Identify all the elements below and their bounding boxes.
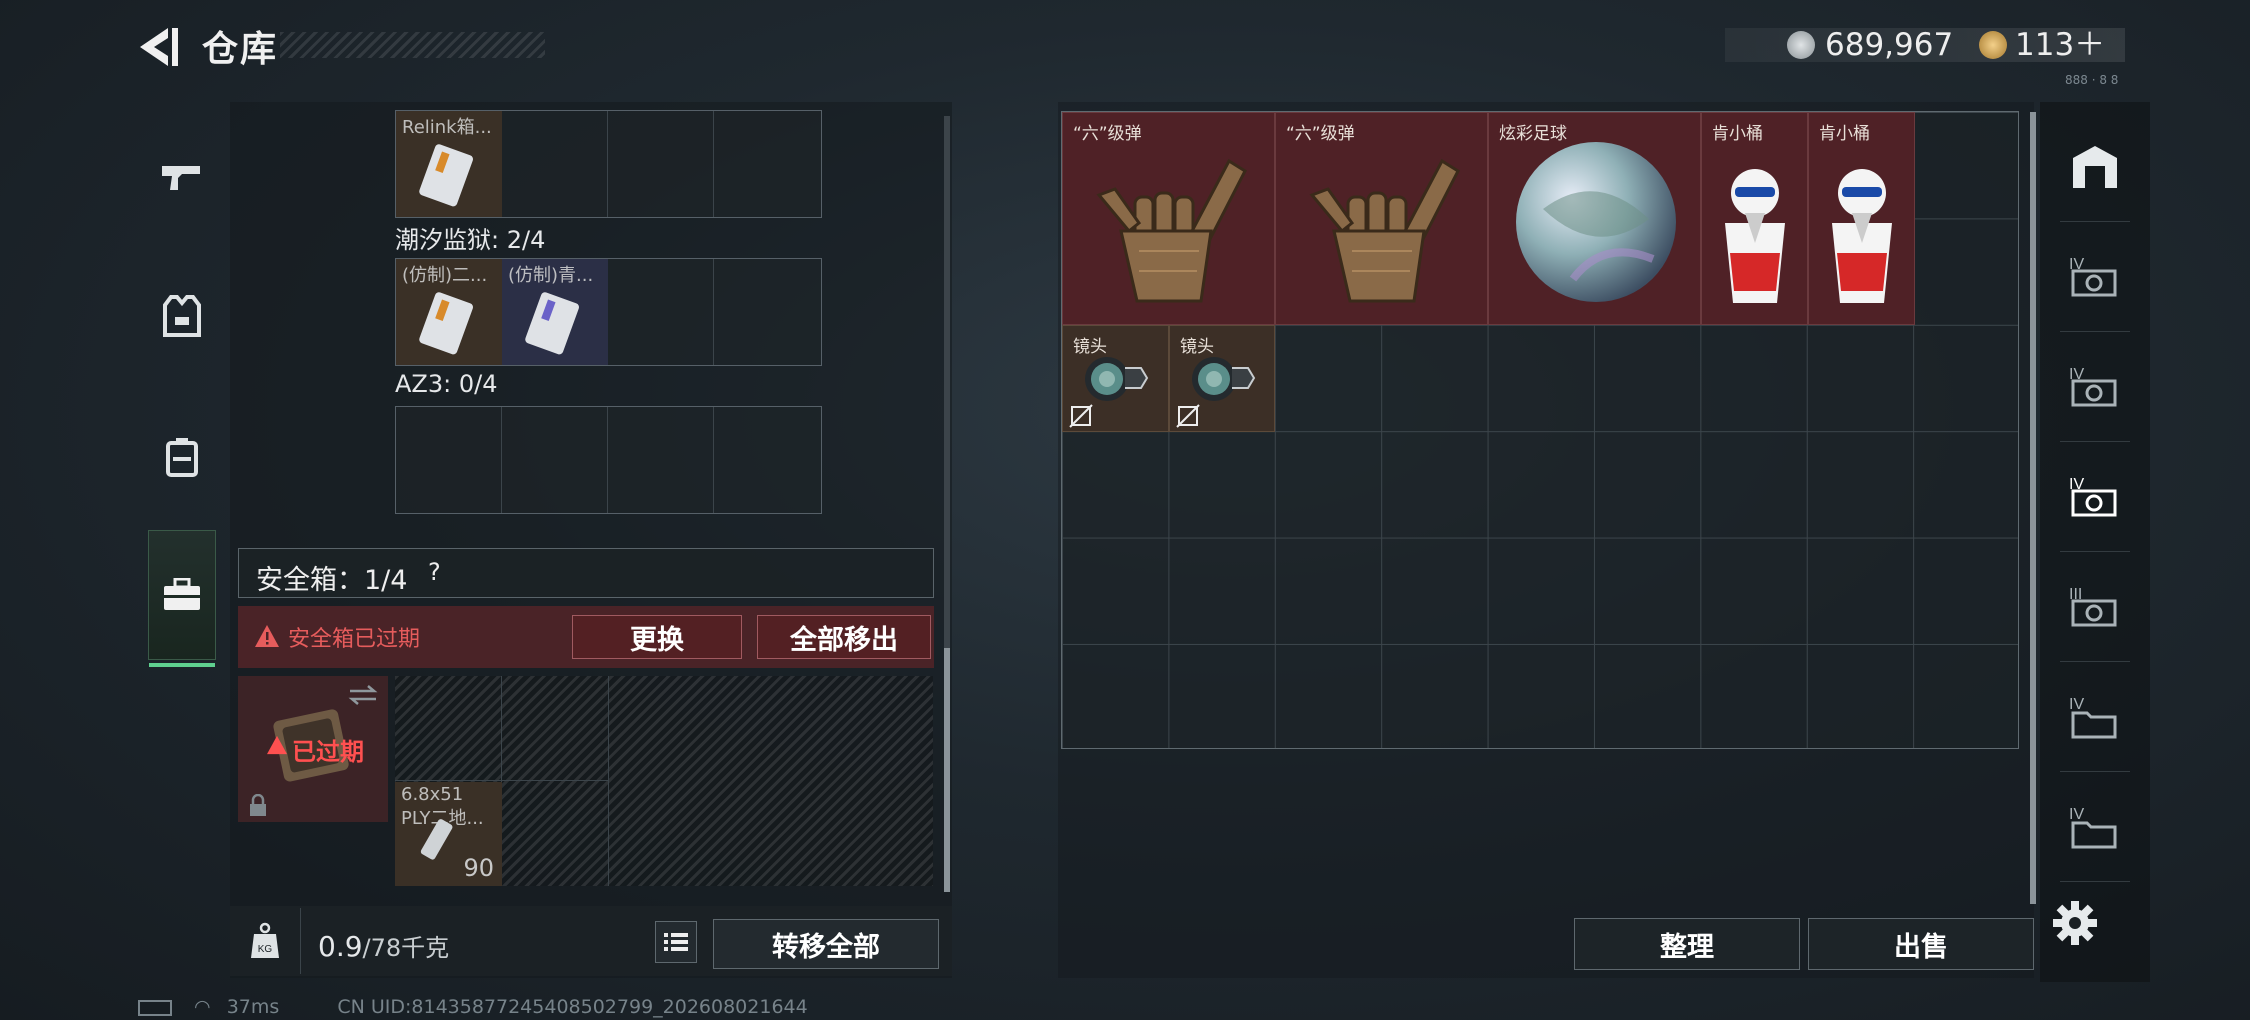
no-insurance-icon <box>1069 404 1093 428</box>
keycard-icon <box>525 292 580 355</box>
uid-text: CN UID:81435877245408502799_202608021644 <box>337 996 808 1018</box>
gold-coin-icon <box>1979 31 2007 59</box>
keycard-icon <box>419 292 474 355</box>
help-icon[interactable]: ? <box>428 558 441 586</box>
briefcase-icon <box>164 578 200 610</box>
stash-item[interactable]: 肯小桶 <box>1808 112 1915 325</box>
stash-item[interactable]: “六”级弹 <box>1062 112 1275 325</box>
warning-icon <box>255 625 279 647</box>
stash-item[interactable]: 肯小桶 <box>1701 112 1808 325</box>
nav-stash-case-2[interactable]: IV <box>2040 332 2150 442</box>
item-grid-top: Relink箱... <box>395 110 822 218</box>
page-title: 仓库 <box>202 29 279 70</box>
divider <box>300 908 301 974</box>
nav-backpack[interactable] <box>138 392 226 522</box>
stash-item[interactable]: “六”级弹 <box>1275 112 1488 325</box>
ammo-item[interactable]: 6.8x51 PLY二地... 90 <box>395 782 502 886</box>
title-decoration <box>280 32 545 58</box>
stash-case-4c-icon: IV <box>2069 476 2117 517</box>
keycard-icon <box>419 144 474 207</box>
stash-case-4b-icon: IV <box>2069 366 2117 407</box>
stash-item[interactable]: 镜头 <box>1169 325 1275 432</box>
safe-box-label: 安全箱：1/4 <box>256 565 408 596</box>
serial-text: 888 · 8 8 <box>2065 73 2119 87</box>
currency-bar: 689,967 113＋ <box>1725 28 2125 62</box>
battery-icon <box>138 999 172 1016</box>
nav-stash-case-4[interactable]: III <box>2040 552 2150 662</box>
inventory-item[interactable]: (仿制)二... <box>396 259 502 365</box>
right-container-nav: IV IV IV III IV IV <box>2040 102 2150 982</box>
bucket-figure-icon <box>1832 169 1892 303</box>
inventory-item[interactable]: Relink箱... <box>396 111 502 217</box>
safe-box-expired-text: 安全箱已过期 <box>288 627 421 652</box>
lock-icon <box>250 794 266 816</box>
stash-item[interactable]: 镜头 <box>1062 325 1169 432</box>
settings-gear-icon[interactable] <box>2050 898 2100 948</box>
weight-icon: KG <box>251 922 279 958</box>
item-grid-az3 <box>395 406 822 514</box>
transfer-all-button[interactable]: 转移全部 <box>713 919 939 969</box>
safe-box-grid: 6.8x51 PLY二地... 90 <box>395 676 933 886</box>
nav-stash-case-3[interactable]: IV <box>2040 442 2150 552</box>
nav-folder-2[interactable]: IV <box>2040 772 2150 882</box>
lens-icon <box>1192 357 1256 401</box>
wifi-icon: ◠ <box>194 996 211 1018</box>
section-label-prison: 潮汐监狱: 2/4 <box>395 226 546 254</box>
folder-4b-icon: IV <box>2069 806 2117 849</box>
stash-case-3-icon: III <box>2069 586 2117 627</box>
sell-button[interactable]: 出售 <box>1808 918 2034 970</box>
sort-button[interactable]: 整理 <box>1574 918 1800 970</box>
replace-button[interactable]: 更换 <box>572 615 742 659</box>
weight-display: 0.9/78千克 <box>318 928 449 963</box>
status-bar: ◠ 37ms CN UID:81435877245408502799_20260… <box>138 996 808 1018</box>
lens-icon <box>1085 357 1149 401</box>
list-view-button[interactable] <box>655 921 697 963</box>
silver-coin-icon <box>1787 31 1815 59</box>
left-category-nav <box>138 102 226 672</box>
svg-text:IV: IV <box>2069 806 2084 823</box>
ping-text: 37ms <box>226 996 280 1018</box>
silver-currency-value: 689,967 <box>1825 27 1954 63</box>
bucket-figure-icon <box>1725 169 1785 303</box>
inventory-item[interactable]: (仿制)青... <box>502 259 608 365</box>
ammo-box-icon <box>420 819 453 860</box>
svg-text:IV: IV <box>2069 696 2084 713</box>
back-arrow-icon[interactable] <box>138 26 188 68</box>
ammo-count: 90 <box>463 854 494 882</box>
weight-max: /78千克 <box>362 934 450 962</box>
nav-weapons[interactable] <box>138 112 226 242</box>
iridescent-ball-icon <box>1516 142 1676 302</box>
nav-folder-1[interactable]: IV <box>2040 662 2150 772</box>
stash-scrollbar[interactable] <box>2030 112 2036 904</box>
stash-item[interactable]: 炫彩足球 <box>1488 112 1701 325</box>
nav-stash-case-1[interactable]: IV <box>2040 222 2150 332</box>
left-scrollbar-thumb[interactable] <box>944 648 950 892</box>
bronze-hand-icon <box>1096 158 1247 303</box>
stash-grid: “六”级弹 “六”级弹 炫彩足球 肯小桶 肯小桶 镜头 镜头 <box>1061 111 2019 749</box>
armor-vest-icon <box>163 295 201 337</box>
weight-value: 0.9 <box>318 930 363 963</box>
nav-container-main[interactable] <box>2040 112 2150 222</box>
swap-icon[interactable] <box>348 684 378 706</box>
section-label-az3: AZ3: 0/4 <box>395 370 498 398</box>
warning-icon <box>267 735 287 755</box>
svg-text:KG: KG <box>258 944 273 955</box>
nav-armor[interactable] <box>138 252 226 382</box>
move-all-out-button[interactable]: 全部移出 <box>757 615 931 659</box>
folder-4a-icon: IV <box>2069 696 2117 739</box>
expired-tag: 已过期 <box>292 738 364 766</box>
gold-currency-value[interactable]: 113＋ <box>2015 28 2105 62</box>
backpack-icon <box>166 438 198 477</box>
list-icon <box>664 933 688 951</box>
pistol-icon <box>162 166 200 190</box>
no-insurance-icon <box>1176 404 1200 428</box>
stash-case-4a-icon: IV <box>2069 256 2117 297</box>
bronze-hand-icon <box>1309 158 1460 303</box>
container-icon <box>2073 146 2117 188</box>
nav-safe-box[interactable] <box>148 530 216 667</box>
item-grid-prison: (仿制)二... (仿制)青... <box>395 258 822 366</box>
